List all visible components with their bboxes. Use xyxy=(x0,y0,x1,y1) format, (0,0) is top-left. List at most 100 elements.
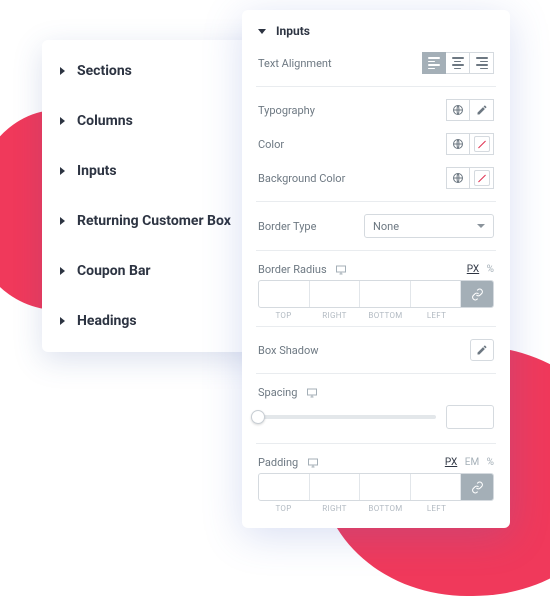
row-spacing-header: Spacing xyxy=(258,386,494,399)
unit-px[interactable]: PX xyxy=(445,457,457,468)
label-bg-color: Background Color xyxy=(258,172,345,185)
row-typography: Typography xyxy=(258,99,494,121)
label-text-alignment: Text Alignment xyxy=(258,57,332,70)
text-align-group xyxy=(422,52,494,74)
padding-inputs xyxy=(258,473,494,501)
bgcolor-controls xyxy=(446,167,494,189)
pencil-icon xyxy=(476,104,488,116)
link-icon xyxy=(471,481,484,494)
panel-section-toggle[interactable]: Inputs xyxy=(258,24,494,38)
border-radius-bottom[interactable] xyxy=(360,281,411,307)
border-radius-sublabels: TOP RIGHT BOTTOM LEFT xyxy=(258,311,494,320)
spacing-slider-row xyxy=(258,405,494,429)
link-values-button[interactable] xyxy=(461,281,493,307)
accordion-label: Inputs xyxy=(77,163,117,179)
border-type-value: None xyxy=(373,220,399,233)
label-color: Color xyxy=(258,138,284,151)
align-left-button[interactable] xyxy=(422,52,446,74)
monitor-icon xyxy=(306,387,318,399)
divider xyxy=(256,250,496,251)
responsive-button[interactable] xyxy=(329,263,347,276)
monitor-icon xyxy=(335,264,347,276)
box-shadow-edit-button[interactable] xyxy=(470,339,494,361)
align-right-button[interactable] xyxy=(470,52,494,74)
label-box-shadow: Box Shadow xyxy=(258,344,319,357)
color-controls xyxy=(446,133,494,155)
link-icon xyxy=(471,288,484,301)
globe-button[interactable] xyxy=(446,99,470,121)
divider xyxy=(256,373,496,374)
accordion-label: Columns xyxy=(77,113,133,129)
label-typography: Typography xyxy=(258,104,315,117)
color-swatch-icon xyxy=(474,136,490,152)
border-radius-left[interactable] xyxy=(411,281,462,307)
accordion-label: Headings xyxy=(77,313,137,329)
divider xyxy=(256,326,496,327)
row-box-shadow: Box Shadow xyxy=(258,339,494,361)
border-radius-inputs xyxy=(258,280,494,308)
responsive-button[interactable] xyxy=(301,456,319,469)
caret-right-icon xyxy=(60,117,65,125)
chevron-down-icon xyxy=(258,29,266,34)
caret-right-icon xyxy=(60,317,65,325)
label-padding: Padding xyxy=(258,456,319,469)
chevron-down-icon xyxy=(477,224,485,228)
row-text-alignment: Text Alignment xyxy=(258,52,494,74)
row-border-radius-header: Border Radius PX % xyxy=(258,263,494,276)
padding-units: PX EM % xyxy=(440,457,494,468)
spacing-slider[interactable] xyxy=(258,415,436,419)
padding-right[interactable] xyxy=(310,474,361,500)
panel-title: Inputs xyxy=(276,24,310,38)
accordion-label: Sections xyxy=(77,63,132,79)
padding-left[interactable] xyxy=(411,474,462,500)
padding-sublabels: TOP RIGHT BOTTOM LEFT xyxy=(258,504,494,513)
color-swatch-icon xyxy=(474,170,490,186)
unit-pct[interactable]: % xyxy=(487,264,494,275)
label-border-radius: Border Radius xyxy=(258,263,347,276)
divider xyxy=(256,201,496,202)
caret-right-icon xyxy=(60,217,65,225)
unit-em[interactable]: EM xyxy=(465,457,479,468)
caret-right-icon xyxy=(60,167,65,175)
unit-px[interactable]: PX xyxy=(467,264,479,275)
monitor-icon xyxy=(307,457,319,469)
globe-icon xyxy=(452,138,464,150)
style-panel: Inputs Text Alignment Typography xyxy=(242,10,510,528)
caret-right-icon xyxy=(60,267,65,275)
accordion-label: Returning Customer Box xyxy=(77,213,231,229)
globe-icon xyxy=(452,172,464,184)
row-color: Color xyxy=(258,133,494,155)
caret-right-icon xyxy=(60,67,65,75)
color-swatch-button[interactable] xyxy=(470,133,494,155)
border-type-select[interactable]: None xyxy=(364,214,494,238)
unit-pct[interactable]: % xyxy=(487,457,494,468)
border-radius-right[interactable] xyxy=(310,281,361,307)
border-radius-top[interactable] xyxy=(259,281,310,307)
edit-button[interactable] xyxy=(470,99,494,121)
padding-bottom[interactable] xyxy=(360,474,411,500)
globe-button[interactable] xyxy=(446,167,470,189)
row-bg-color: Background Color xyxy=(258,167,494,189)
align-right-icon xyxy=(476,57,488,69)
responsive-button[interactable] xyxy=(300,386,318,399)
divider xyxy=(256,86,496,87)
align-center-icon xyxy=(452,57,464,69)
pencil-icon xyxy=(476,344,488,356)
row-padding-header: Padding PX EM % xyxy=(258,456,494,469)
spacing-slider-thumb[interactable] xyxy=(251,410,265,424)
typography-controls xyxy=(446,99,494,121)
padding-top[interactable] xyxy=(259,474,310,500)
globe-button[interactable] xyxy=(446,133,470,155)
accordion-label: Coupon Bar xyxy=(77,263,151,279)
divider xyxy=(256,443,496,444)
row-border-type: Border Type None xyxy=(258,214,494,238)
spacing-value-input[interactable] xyxy=(446,405,494,429)
align-left-icon xyxy=(428,57,440,69)
bgcolor-swatch-button[interactable] xyxy=(470,167,494,189)
globe-icon xyxy=(452,104,464,116)
label-border-type: Border Type xyxy=(258,220,316,233)
align-center-button[interactable] xyxy=(446,52,470,74)
border-radius-units: PX % xyxy=(462,264,494,275)
label-spacing: Spacing xyxy=(258,386,318,399)
link-values-button[interactable] xyxy=(461,474,493,500)
